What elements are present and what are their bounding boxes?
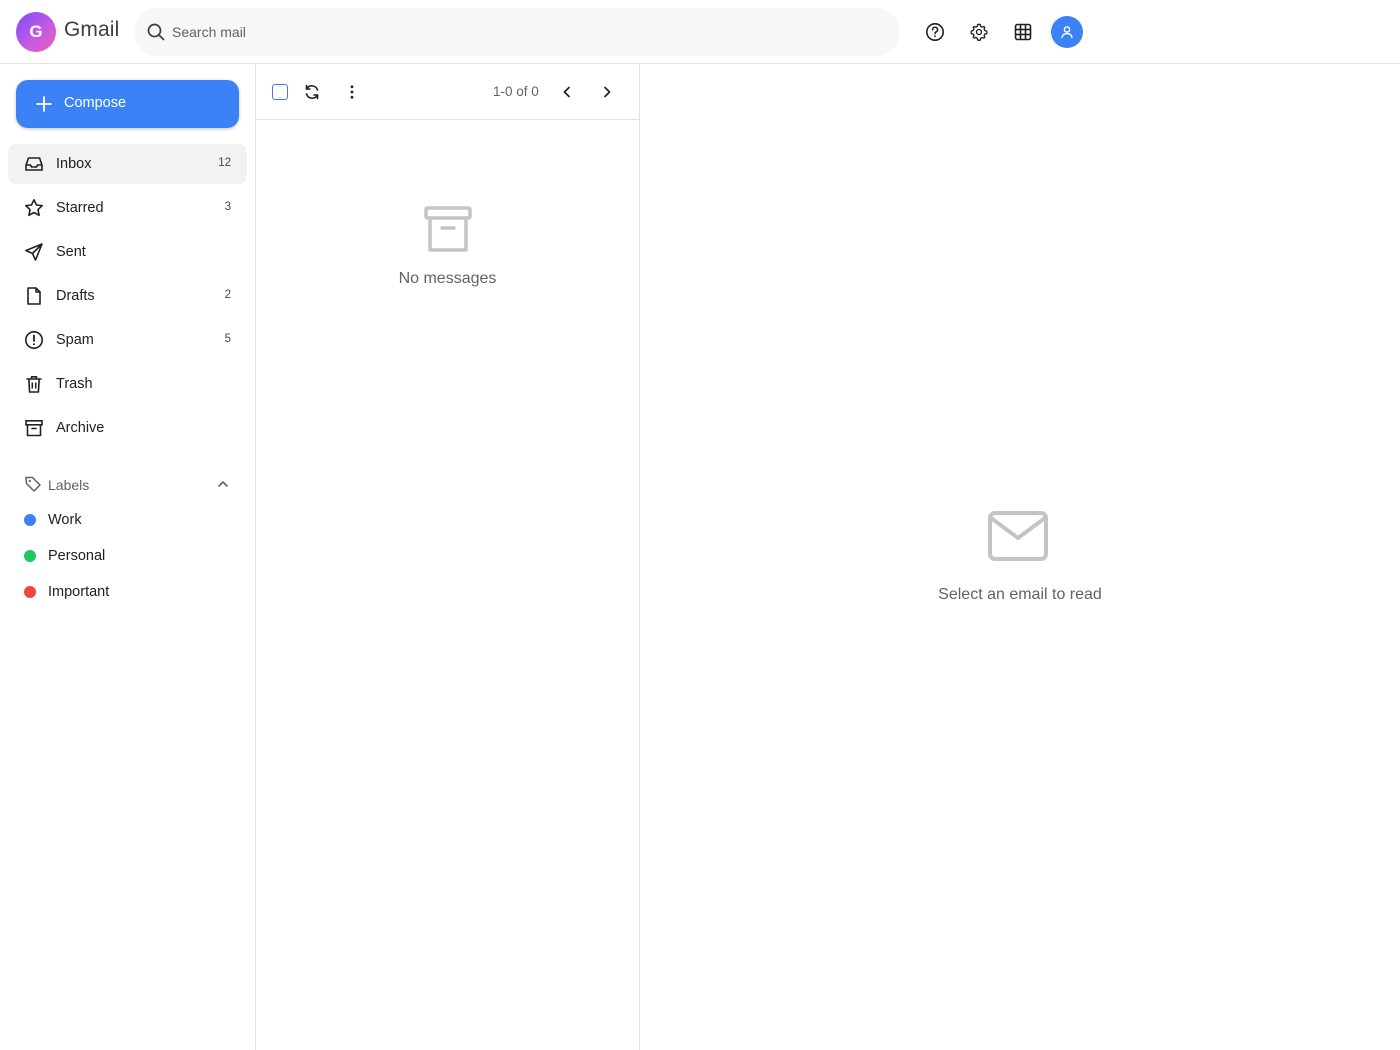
app-logo[interactable]: G [16,12,56,52]
top-app-bar: G Gmail [0,0,1400,64]
sidebar-item-label: Drafts [56,288,95,304]
drafts-count: 2 [224,289,231,301]
sidebar-item-archive[interactable]: Archive [8,408,247,448]
tag-icon [25,476,41,492]
settings-gear-icon[interactable] [963,16,995,48]
sidebar-item-inbox[interactable]: Inbox 12 [8,144,247,184]
label-name: Personal [48,548,106,564]
star-icon [25,199,43,217]
app-title: Gmail [64,18,120,41]
label-item-personal[interactable]: Personal [8,540,247,572]
sidebar-item-label: Sent [56,244,86,260]
chevron-right-icon[interactable] [595,80,619,104]
reading-pane: Select an email to read [640,64,1400,1050]
compose-label: Compose [64,95,127,111]
spam-count: 5 [224,333,231,345]
sidebar-item-label: Trash [56,376,93,392]
spam-icon [25,331,43,349]
sidebar-item-sent[interactable]: Sent [8,232,247,272]
label-name: Important [48,584,110,600]
sidebar-item-drafts[interactable]: Drafts 2 [8,276,247,316]
list-toolbar: 1-0 of 0 [256,64,639,120]
sidebar-item-label: Spam [56,332,94,348]
reading-pane-placeholder: Select an email to read [938,586,1102,603]
label-color-dot [24,514,36,526]
pagination-info: 1-0 of 0 [493,84,539,99]
message-list-pane: 1-0 of 0 No messages [256,64,640,1050]
send-icon [25,243,43,261]
trash-icon [26,376,42,393]
sidebar-item-starred[interactable]: Starred 3 [8,188,247,228]
select-all-checkbox[interactable] [272,84,288,100]
sidebar-item-label: Starred [56,200,104,216]
sidebar-item-trash[interactable]: Trash [8,364,247,404]
label-item-important[interactable]: Important [8,576,247,608]
mail-envelope-icon [988,511,1048,561]
refresh-icon[interactable] [300,80,324,104]
search-icon[interactable] [146,22,166,42]
compose-button[interactable]: Compose [16,80,239,128]
empty-list-message: No messages [398,270,497,287]
archive-icon [25,419,43,437]
labels-heading: Labels [48,477,90,493]
chevron-left-icon[interactable] [555,80,579,104]
sidebar-item-spam[interactable]: Spam 5 [8,320,247,360]
more-options-icon[interactable] [340,80,364,104]
labels-section-toggle[interactable]: Labels [8,468,247,500]
help-icon[interactable] [919,16,951,48]
sidebar: Compose Inbox 12 Starred 3 Sent Drafts 2 [0,64,256,1050]
label-name: Work [48,512,82,528]
search-input[interactable] [172,8,872,56]
draft-icon [27,287,41,305]
archive-box-icon [424,206,472,252]
unread-count: 12 [218,157,231,169]
plus-icon [36,96,52,112]
sidebar-item-label: Inbox [56,156,92,172]
sidebar-item-label: Archive [56,420,105,436]
label-color-dot [24,586,36,598]
account-avatar-icon[interactable] [1051,16,1083,48]
starred-count: 3 [224,201,231,213]
search-bar[interactable] [134,8,900,56]
label-item-work[interactable]: Work [8,504,247,536]
inbox-icon [25,157,43,171]
chevron-up-icon[interactable] [215,476,231,492]
label-color-dot [24,550,36,562]
apps-grid-icon[interactable] [1007,16,1039,48]
